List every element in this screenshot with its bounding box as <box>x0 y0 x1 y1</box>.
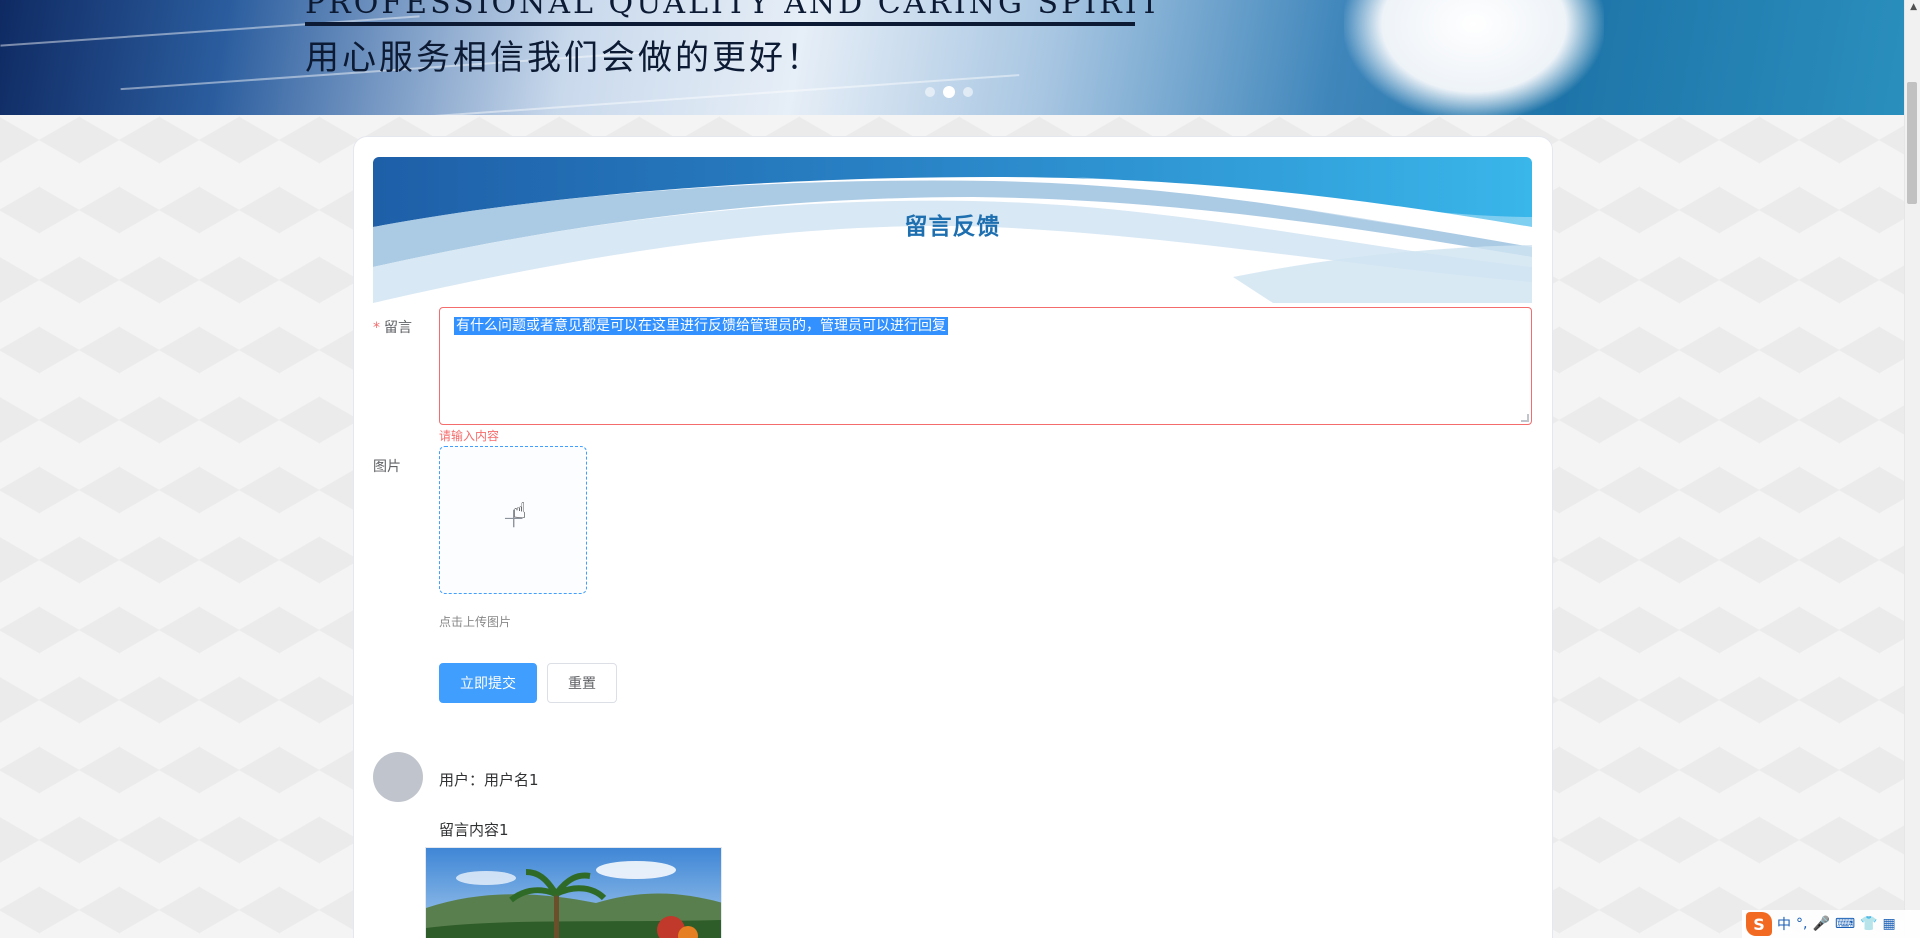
message-text: 有什么问题或者意见都是可以在这里进行反馈给管理员的，管理员可以进行回复 <box>454 317 948 335</box>
microphone-icon[interactable]: 🎤 <box>1812 916 1829 932</box>
banner-title-rule <box>305 22 1135 26</box>
tropical-photo <box>426 848 721 938</box>
message-textarea[interactable]: 有什么问题或者意见都是可以在这里进行反馈给管理员的，管理员可以进行回复 <box>439 307 1532 425</box>
banner-slogan: 用心服务相信我们会做的更好！ <box>305 38 823 78</box>
required-star: * <box>373 320 380 336</box>
message-image[interactable] <box>425 847 722 938</box>
carousel-dot[interactable] <box>963 87 973 97</box>
banner-doctor-image <box>1344 0 1604 115</box>
ime-punctuation-icon[interactable]: °, <box>1796 916 1807 932</box>
image-upload-box[interactable]: + ☝ <box>439 446 587 594</box>
ime-menu-icon[interactable]: ▦ <box>1883 916 1896 932</box>
scrollbar-thumb[interactable] <box>1907 82 1917 204</box>
hero-banner: PROFESSIONAL QUALITY AND CARING SPIRIT 用… <box>0 0 1904 115</box>
pointer-cursor-icon: ☝ <box>513 499 527 524</box>
feedback-title: 留言反馈 <box>904 214 1001 240</box>
banner-english-title: PROFESSIONAL QUALITY AND CARING SPIRIT <box>305 0 1163 21</box>
feedback-header: 留言反馈 <box>373 157 1532 303</box>
upload-hint: 点击上传图片 <box>439 615 512 629</box>
message-error: 请输入内容 <box>439 429 500 443</box>
avatar <box>373 752 423 802</box>
reset-button[interactable]: 重置 <box>547 663 617 703</box>
skin-icon[interactable]: 👕 <box>1860 916 1877 932</box>
sogou-logo-icon[interactable]: S <box>1746 912 1772 936</box>
scroll-up-arrow-icon[interactable]: ▲ <box>1910 2 1917 12</box>
message-content: 留言内容1 <box>439 821 509 839</box>
feedback-card: 留言反馈 * 留言 有什么问题或者意见都是可以在这里进行反馈给管理员的，管理员可以… <box>353 136 1553 938</box>
carousel-indicators <box>925 86 973 98</box>
ime-language-toggle[interactable]: 中 <box>1777 914 1791 934</box>
message-label: * 留言 <box>373 320 412 336</box>
carousel-dot-active[interactable] <box>943 86 955 98</box>
image-label: 图片 <box>373 459 401 475</box>
carousel-dot[interactable] <box>925 87 935 97</box>
resize-handle-icon[interactable] <box>1521 414 1529 422</box>
message-user: 用户：用户名1 <box>439 771 539 789</box>
keyboard-icon[interactable]: ⌨ <box>1835 916 1855 932</box>
ime-toolbar[interactable]: S 中 °, 🎤 ⌨ 👕 ▦ <box>1742 910 1920 938</box>
page-scrollbar[interactable]: ▲ <box>1904 0 1920 938</box>
submit-button[interactable]: 立即提交 <box>439 663 537 703</box>
